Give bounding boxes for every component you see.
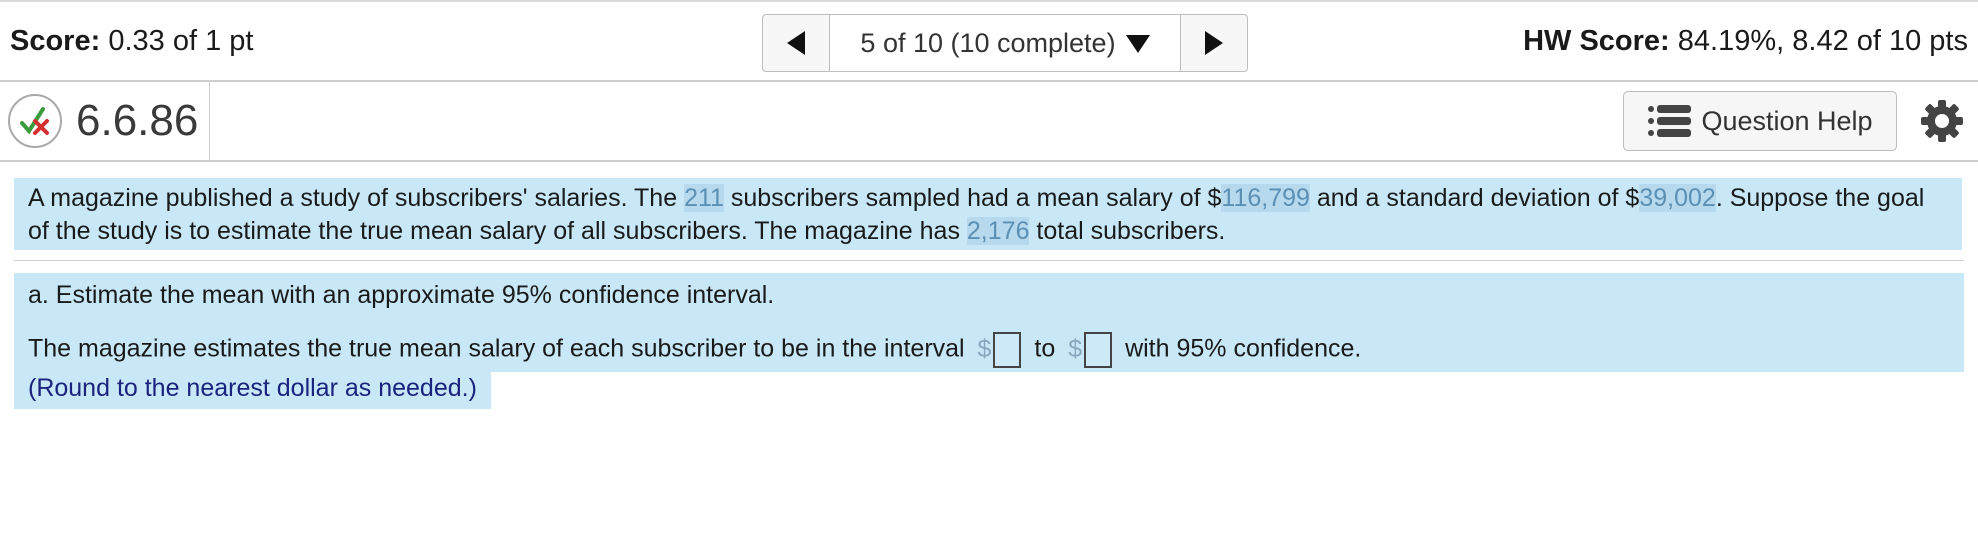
question-help-button[interactable]: Question Help [1623, 91, 1897, 151]
section-divider [14, 260, 1964, 261]
score-label: Score: [10, 25, 101, 57]
list-icon [1647, 104, 1693, 138]
lower-bound-input[interactable] [993, 332, 1022, 368]
problem-text: and a standard deviation of $ [1309, 184, 1640, 212]
to-text: to [1034, 334, 1056, 363]
next-question-button[interactable] [1181, 15, 1247, 71]
problem-text: A magazine published a study of subscrib… [28, 184, 685, 212]
dollar-sign: $ [1068, 334, 1083, 363]
total-subscribers: 2,176 [966, 217, 1030, 245]
arrow-left-icon [787, 31, 805, 55]
hw-score-label: HW Score: [1523, 25, 1670, 57]
question-select-dropdown[interactable]: 5 of 10 (10 complete) [829, 15, 1181, 71]
divider [209, 82, 210, 160]
sample-mean: 116,799 [1221, 184, 1310, 212]
problem-text: subscribers sampled had a mean salary of… [723, 184, 1222, 212]
question-bar: 6.6.86 Question Help [0, 82, 1978, 162]
partial-credit-icon [8, 94, 62, 148]
dollar-sign: $ [977, 334, 992, 363]
sample-size: 211 [684, 184, 724, 212]
upper-bound-input[interactable] [1084, 332, 1113, 368]
problem-text: total subscribers. [1029, 217, 1226, 245]
rounding-note: (Round to the nearest dollar as needed.) [14, 372, 491, 409]
answer-text-end: with 95% confidence. [1125, 334, 1362, 363]
previous-question-button[interactable] [763, 15, 829, 71]
arrow-right-icon [1205, 31, 1223, 55]
score-value: 0.33 of 1 pt [108, 25, 254, 57]
question-number: 6.6.86 [76, 96, 199, 145]
caret-down-icon [1125, 35, 1150, 53]
question-position: 5 of 10 (10 complete) [860, 27, 1116, 58]
standard-deviation: 39,002 [1639, 184, 1716, 212]
hw-score: HW Score: 84.19%, 8.42 of 10 pts [1523, 25, 1968, 58]
question-content: A magazine published a study of subscrib… [14, 178, 1964, 409]
question-navigator: 5 of 10 (10 complete) [762, 14, 1248, 72]
problem-statement: A magazine published a study of subscrib… [14, 178, 1962, 250]
hw-score-value: 84.19%, 8.42 of 10 pts [1677, 25, 1968, 57]
top-bar: Score: 0.33 of 1 pt 5 of 10 (10 complete… [0, 0, 1978, 82]
answer-text: The magazine estimates the true mean sal… [28, 334, 972, 363]
gear-icon[interactable] [1919, 98, 1965, 144]
part-a-prompt: a. Estimate the mean with an approximate… [14, 273, 1964, 318]
answer-line: The magazine estimates the true mean sal… [14, 318, 1964, 372]
score: Score: 0.33 of 1 pt [10, 25, 253, 58]
question-help-label: Question Help [1701, 105, 1873, 136]
